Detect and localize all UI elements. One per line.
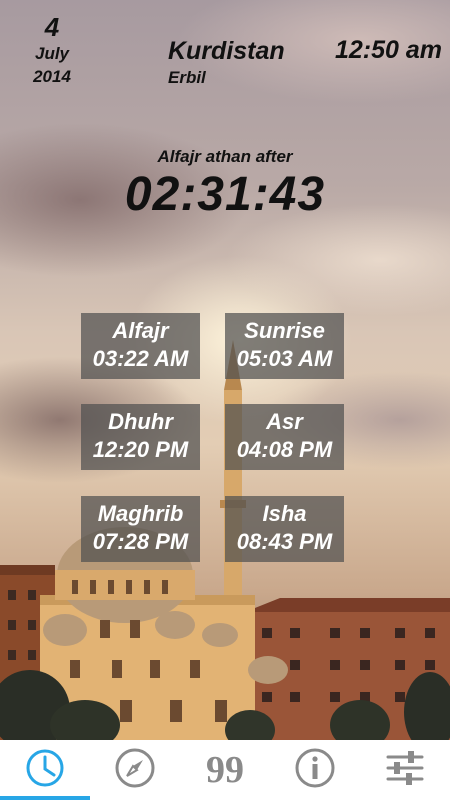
tab-qibla-compass[interactable] (90, 740, 180, 800)
info-icon (294, 747, 336, 794)
tasbih-counter-icon: 99 (206, 749, 244, 791)
tab-tasbih-counter[interactable]: 99 (180, 740, 270, 800)
compass-icon (114, 747, 156, 794)
prayer-name: Asr (266, 409, 303, 434)
settings-sliders-icon (384, 747, 426, 794)
active-tab-indicator (0, 796, 90, 800)
prayer-card-alfajr[interactable]: Alfajr 03:22 AM (81, 313, 200, 379)
location-country: Kurdistan (168, 37, 285, 65)
tab-settings[interactable] (360, 740, 450, 800)
next-prayer-countdown: 02:31:43 (124, 168, 326, 221)
prayer-time: 08:43 PM (236, 529, 333, 554)
tab-info[interactable] (270, 740, 360, 800)
prayer-time: 03:22 AM (92, 346, 189, 371)
prayer-card-dhuhr[interactable]: Dhuhr 12:20 PM (81, 404, 200, 470)
tab-prayer-times[interactable] (0, 740, 90, 800)
prayer-card-sunrise[interactable]: Sunrise 05:03 AM (225, 313, 344, 379)
clock-icon (24, 747, 66, 794)
prayer-time: 04:08 PM (236, 437, 333, 462)
prayer-name: Alfajr (112, 318, 169, 343)
prayer-name: Dhuhr (108, 409, 173, 434)
location-city: Erbil (168, 68, 206, 87)
date-month: July (34, 44, 70, 63)
date-year: 2014 (33, 67, 71, 86)
prayer-time: 05:03 AM (236, 346, 333, 371)
prayer-time: 12:20 PM (92, 437, 189, 462)
prayer-name: Sunrise (244, 318, 325, 343)
location-display[interactable]: Kurdistan Erbil (168, 36, 285, 90)
prayer-time: 07:28 PM (92, 529, 189, 554)
prayer-name: Maghrib (97, 501, 184, 526)
prayer-card-maghrib[interactable]: Maghrib 07:28 PM (81, 496, 200, 562)
next-prayer-label: Alfajr athan after (157, 147, 293, 166)
prayer-card-isha[interactable]: Isha 08:43 PM (225, 496, 344, 562)
date-day: 4 (44, 12, 60, 42)
prayer-name: Isha (262, 501, 307, 526)
bottom-tab-bar: 99 (0, 740, 450, 800)
date-display: 4 July 2014 (22, 12, 82, 88)
current-time: 12:50 am (334, 36, 442, 64)
prayer-card-asr[interactable]: Asr 04:08 PM (225, 404, 344, 470)
